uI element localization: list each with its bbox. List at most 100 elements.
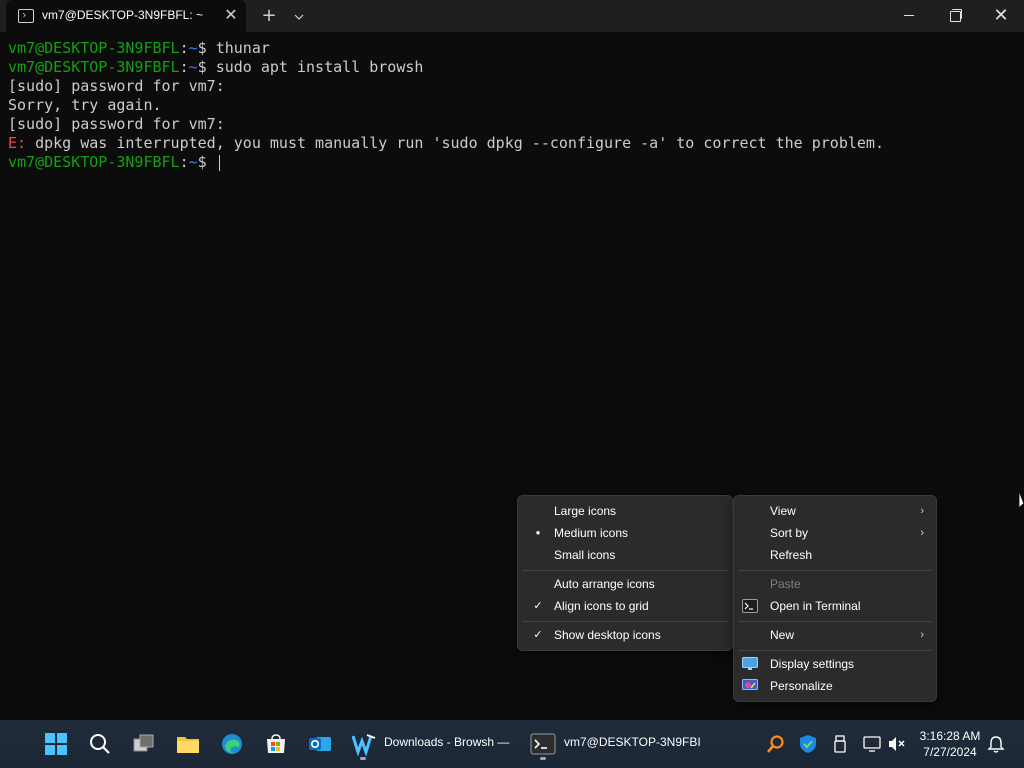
text-cursor xyxy=(218,154,220,171)
prompt-path: ~ xyxy=(188,58,198,76)
menu-item-label: Align icons to grid xyxy=(554,599,649,613)
microsoft-store-icon[interactable] xyxy=(264,732,288,756)
prompt-sep: : xyxy=(179,39,189,57)
menu-item-display-settings[interactable]: Display settings xyxy=(734,653,936,675)
volume-muted-icon[interactable] xyxy=(886,734,906,754)
menu-item-label: Large icons xyxy=(554,504,617,518)
menu-item-small-icons[interactable]: Small icons xyxy=(518,544,732,566)
menu-item-refresh[interactable]: Refresh xyxy=(734,544,936,566)
radio-dot-icon: ● xyxy=(535,528,541,537)
restore-icon-front xyxy=(950,11,961,22)
menu-item-label: Paste xyxy=(770,577,801,591)
terminal-line: vm7@DESKTOP-3N9FBFL:~$ thunar xyxy=(8,39,270,58)
edge-browser-icon[interactable] xyxy=(220,732,244,756)
menu-item-large-icons[interactable]: Large icons xyxy=(518,500,732,522)
prompt-sep: : xyxy=(179,153,189,171)
usb-device-icon[interactable] xyxy=(830,734,850,754)
prompt-symbol: $ xyxy=(197,58,216,76)
menu-item-label: Sort by xyxy=(770,526,809,540)
menu-item-paste: Paste xyxy=(734,573,936,595)
menu-separator xyxy=(522,621,728,622)
view-submenu: Large icons ● Medium icons Small icons Au… xyxy=(517,495,733,651)
close-button[interactable]: ✕ xyxy=(978,0,1024,32)
mouse-cursor-icon xyxy=(1019,492,1024,509)
prompt-user: vm7@DESKTOP-3N9FBFL xyxy=(8,153,180,171)
error-prefix: E: xyxy=(8,134,27,152)
menu-item-auto-arrange[interactable]: Auto arrange icons xyxy=(518,573,732,595)
chevron-right-icon: › xyxy=(920,505,924,517)
menu-item-sort-by[interactable]: Sort by › xyxy=(734,522,936,544)
terminal-line: E: dpkg was interrupted, you must manual… xyxy=(8,134,884,153)
security-shield-icon[interactable] xyxy=(798,734,818,754)
menu-item-view[interactable]: View › xyxy=(734,500,936,522)
taskbar-app-label: Downloads - Browsh — xyxy=(384,735,510,749)
prompt-path: ~ xyxy=(188,39,198,57)
windows-start-icon[interactable] xyxy=(44,732,68,756)
running-indicator xyxy=(360,757,366,760)
personalize-icon xyxy=(742,679,758,690)
chevron-right-icon: › xyxy=(920,629,924,641)
desktop-context-menu: View › Sort by › Refresh Paste Open in Ter… xyxy=(733,495,937,702)
running-indicator xyxy=(540,757,546,760)
taskbar-app-label: vm7@DESKTOP-3N9FBI xyxy=(564,735,701,749)
menu-item-align-grid[interactable]: ✓ Align icons to grid xyxy=(518,595,732,617)
menu-item-label: Medium icons xyxy=(554,526,629,540)
chevron-down-icon xyxy=(294,14,304,20)
menu-item-medium-icons[interactable]: ● Medium icons xyxy=(518,522,732,544)
file-explorer-icon[interactable] xyxy=(176,732,200,756)
terminal-icon xyxy=(742,599,758,613)
menu-separator xyxy=(738,570,932,571)
terminal-line: vm7@DESKTOP-3N9FBFL:~$ xyxy=(8,153,220,172)
taskbar: Downloads - Browsh — vm7@DESKTOP-3N9FBI … xyxy=(0,720,1024,768)
notification-bell-icon[interactable] xyxy=(986,734,1006,754)
terminal-line: Sorry, try again. xyxy=(8,96,162,114)
menu-item-personalize[interactable]: Personalize xyxy=(734,675,936,697)
clock-date: 7/27/2024 xyxy=(923,745,977,759)
terminal-line: vm7@DESKTOP-3N9FBFL:~$ sudo apt install … xyxy=(8,58,423,77)
terminal-icon xyxy=(18,9,34,23)
network-icon[interactable] xyxy=(862,734,882,754)
menu-item-label: Refresh xyxy=(770,548,813,562)
menu-item-label: Personalize xyxy=(770,679,833,693)
outlook-icon[interactable] xyxy=(308,732,332,756)
title-bar: vm7@DESKTOP-3N9FBFL: ~ ✕ + ✕ xyxy=(0,0,1024,32)
command-text: thunar xyxy=(215,39,270,57)
terminal-icon xyxy=(530,733,556,755)
menu-item-label: Small icons xyxy=(554,548,616,562)
menu-item-label: Auto arrange icons xyxy=(554,577,655,591)
system-clock[interactable]: 3:16:28 AM 7/27/2024 xyxy=(912,728,988,760)
menu-item-label: View xyxy=(770,504,796,518)
prompt-user: vm7@DESKTOP-3N9FBFL xyxy=(8,39,180,57)
prompt-symbol: $ xyxy=(197,39,216,57)
menu-item-new[interactable]: New › xyxy=(734,624,936,646)
magnifier-app-icon[interactable] xyxy=(766,734,786,754)
menu-item-open-terminal[interactable]: Open in Terminal xyxy=(734,595,936,617)
taskbar-app-downloads[interactable]: Downloads - Browsh — xyxy=(352,726,516,762)
taskbar-app-terminal[interactable]: vm7@DESKTOP-3N9FBI xyxy=(530,726,701,762)
search-icon[interactable] xyxy=(88,732,112,756)
checkmark-icon: ✓ xyxy=(533,600,543,612)
minimize-button[interactable] xyxy=(886,0,932,32)
minimize-icon xyxy=(904,15,914,16)
prompt-path: ~ xyxy=(188,153,198,171)
menu-separator xyxy=(738,621,932,622)
terminal-line: [sudo] password for vm7: xyxy=(8,115,225,133)
error-text: dpkg was interrupted, you must manually … xyxy=(26,134,884,152)
tab-close-icon[interactable]: ✕ xyxy=(222,6,240,24)
prompt-sep: : xyxy=(179,58,189,76)
file-manager-w-icon xyxy=(352,734,376,756)
terminal-tab[interactable]: vm7@DESKTOP-3N9FBFL: ~ ✕ xyxy=(6,0,246,32)
menu-item-label: Open in Terminal xyxy=(770,599,861,613)
task-view-icon[interactable] xyxy=(132,732,156,756)
menu-item-show-desktop-icons[interactable]: ✓ Show desktop icons xyxy=(518,624,732,646)
chevron-right-icon: › xyxy=(920,527,924,539)
menu-separator xyxy=(522,570,728,571)
display-icon xyxy=(742,657,758,670)
new-tab-button[interactable]: + xyxy=(258,5,280,27)
terminal-line: [sudo] password for vm7: xyxy=(8,77,225,95)
tab-dropdown-button[interactable] xyxy=(288,5,310,27)
menu-item-label: New xyxy=(770,628,795,642)
tab-title: vm7@DESKTOP-3N9FBFL: ~ xyxy=(42,8,204,22)
maximize-button[interactable] xyxy=(932,0,978,32)
menu-separator xyxy=(738,650,932,651)
